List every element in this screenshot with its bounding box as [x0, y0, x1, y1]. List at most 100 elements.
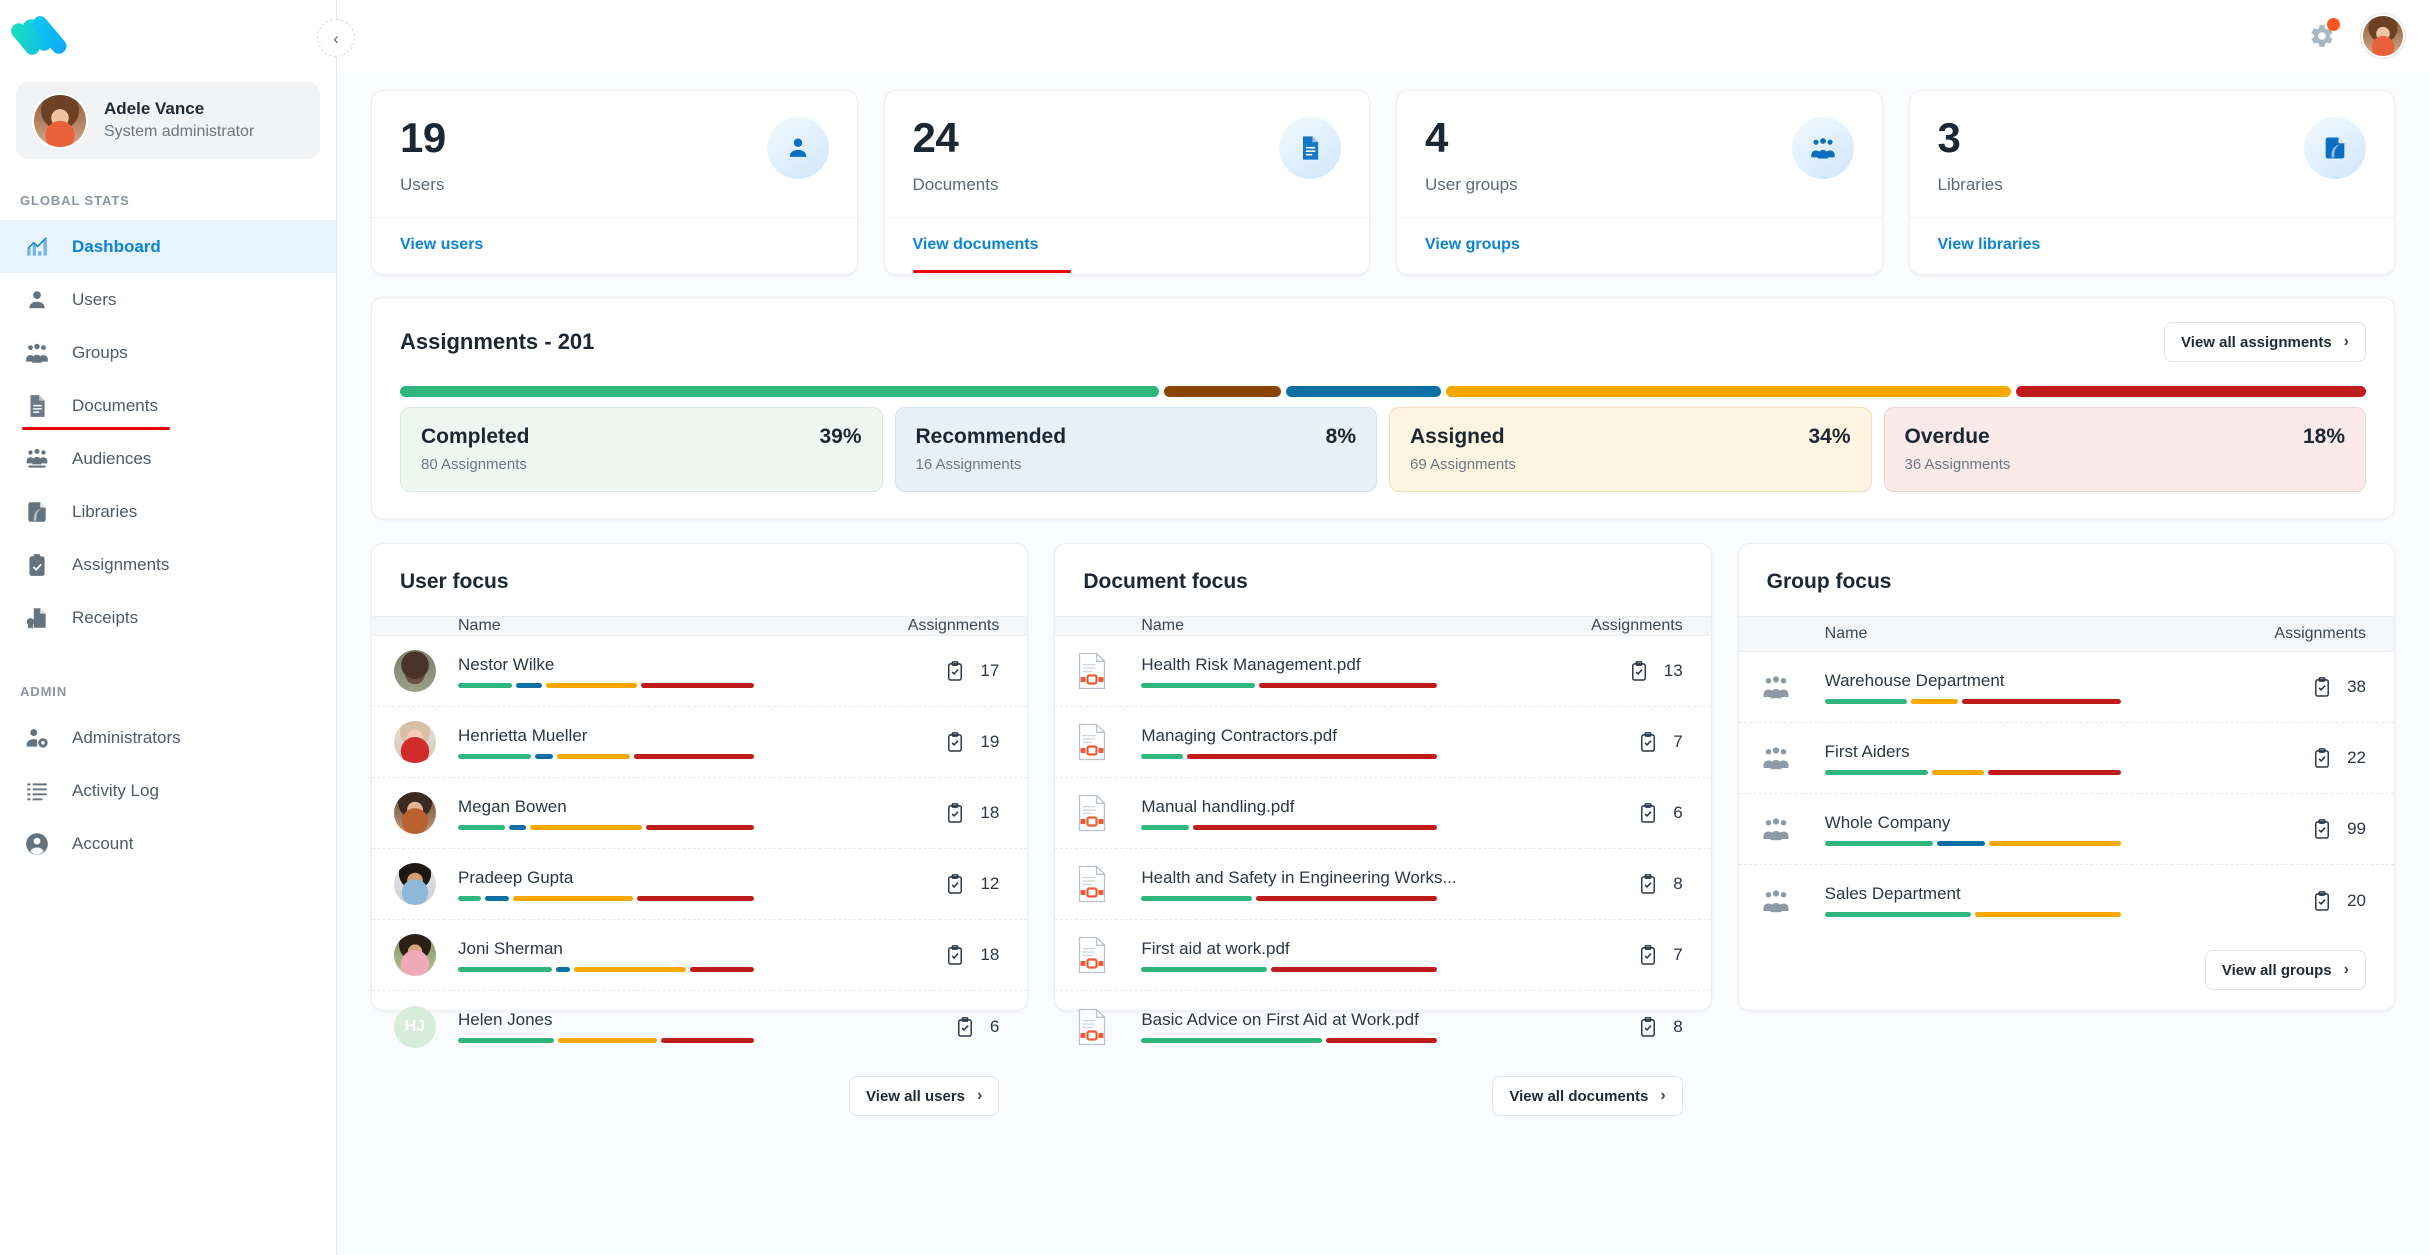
progress-segment — [555, 966, 571, 972]
table-row[interactable]: Whole Company 99 — [1738, 794, 2394, 865]
assignment-stat-assigned[interactable]: Assigned 34% 69 Assignments — [1389, 407, 1872, 492]
kpi-icon-badge — [1791, 117, 1854, 179]
row-assignment-count-cell: 6 — [1553, 802, 1683, 824]
table-row[interactable]: Nestor Wilke 17 — [372, 636, 1028, 707]
library-icon — [2321, 134, 2349, 162]
table-row[interactable]: Health and Safety in Engineering Works..… — [1055, 849, 1711, 920]
sidebar-item-label: Groups — [72, 342, 128, 362]
table-row[interactable]: First Aiders 22 — [1738, 723, 2394, 794]
row-name: Manual handling.pdf — [1141, 796, 1295, 816]
sidebar-item-documents[interactable]: Documents — [0, 379, 336, 432]
progress-segment — [1141, 824, 1190, 830]
sidebar-collapse-button[interactable]: ‹ — [317, 19, 355, 57]
view-all-assignments-button[interactable]: View all assignments › — [2164, 322, 2366, 362]
progress-segment — [1141, 966, 1267, 972]
table-row[interactable]: Warehouse Department 38 — [1738, 652, 2394, 723]
document-icon — [22, 393, 52, 419]
row-progress-bar — [1824, 840, 2121, 846]
row-name: Health and Safety in Engineering Works..… — [1141, 867, 1457, 887]
row-icon-cell — [1077, 723, 1141, 761]
progress-segment — [458, 824, 505, 830]
sidebar-item-account[interactable]: Account — [0, 817, 336, 870]
view-all-documents-button[interactable]: View all documents › — [1492, 1076, 1683, 1116]
pdf-file-icon — [1077, 794, 1107, 832]
sidebar-item-activity-log[interactable]: Activity Log — [0, 764, 336, 817]
sidebar-item-assignments[interactable]: Assignments — [0, 538, 336, 591]
row-assignment-count: 19 — [980, 732, 1000, 751]
row-progress-bar — [458, 682, 755, 688]
topbar-avatar[interactable] — [2363, 16, 2403, 56]
settings-button[interactable] — [2305, 18, 2340, 53]
sidebar-item-users[interactable]: Users — [0, 273, 336, 326]
sidebar-item-libraries[interactable]: Libraries — [0, 485, 336, 538]
table-row[interactable]: Manual handling.pdf 6 — [1055, 778, 1711, 849]
table-row[interactable]: First aid at work.pdf 7 — [1055, 920, 1711, 991]
table-row[interactable]: Sales Department 20 — [1739, 865, 2394, 936]
avatar — [394, 863, 436, 905]
focus-table-header: Name Assignments — [372, 616, 1028, 636]
focus-panel-title: Document focus — [1083, 570, 1248, 593]
kpi-card-users: 19 Users View users — [371, 90, 858, 275]
button-label: View all groups — [2221, 961, 2332, 979]
row-icon-cell — [1077, 936, 1141, 974]
view-all-users-button[interactable]: View all users › — [849, 1076, 1000, 1116]
app-logo[interactable] — [0, 0, 336, 72]
avatar — [394, 650, 436, 692]
progress-segment — [1962, 698, 2121, 704]
assignment-stat-recommended[interactable]: Recommended 8% 16 Assignments — [894, 407, 1377, 492]
table-row[interactable]: Pradeep Gupta 12 — [372, 849, 1028, 920]
row-assignment-count: 17 — [980, 661, 1000, 680]
sidebar-item-receipts[interactable]: Receipts — [0, 591, 336, 644]
sidebar-item-label: Users — [72, 289, 117, 309]
table-row[interactable]: Basic Advice on First Aid at Work.pdf 8 — [1055, 991, 1710, 1062]
sidebar-item-label: Administrators — [72, 727, 181, 747]
view-all-groups-button[interactable]: View all groups › — [2204, 950, 2366, 990]
row-progress-bar — [1141, 1038, 1438, 1043]
progress-segment — [1988, 769, 2121, 775]
assignment-stat-completed[interactable]: Completed 39% 80 Assignments — [400, 407, 883, 492]
group-focus-panel: Group focus Name Assignments Warehouse Depa… — [1737, 543, 2395, 1011]
sidebar-item-audiences[interactable]: Audiences — [0, 432, 336, 485]
progress-segment — [535, 753, 553, 759]
sidebar-item-administrators[interactable]: Administrators — [0, 711, 336, 764]
row-name: Helen Jones — [458, 1010, 553, 1029]
sidebar-item-dashboard[interactable]: Dashboard — [0, 220, 336, 273]
row-progress-bar — [458, 1038, 755, 1043]
row-name: Pradeep Gupta — [458, 867, 574, 887]
row-assignment-count-cell: 18 — [869, 802, 999, 824]
table-row[interactable]: Henrietta Mueller 19 — [372, 707, 1028, 778]
sidebar-profile-card[interactable]: Adele Vance System administrator — [16, 82, 320, 159]
document-focus-panel: Document focus Name Assignments Health Risk… — [1054, 543, 1712, 1116]
table-row[interactable]: Megan Bowen 18 — [372, 778, 1028, 849]
stat-name: Completed — [421, 425, 530, 448]
row-assignment-count: 6 — [1673, 803, 1683, 822]
list-icon — [22, 778, 52, 804]
sidebar-item-label: Receipts — [72, 607, 139, 627]
row-assignment-count: 12 — [980, 874, 1000, 893]
table-row[interactable]: HJ Helen Jones 6 — [372, 991, 1027, 1062]
table-row[interactable]: Health Risk Management.pdf 13 — [1055, 636, 1711, 707]
row-name: Health Risk Management.pdf — [1141, 654, 1361, 674]
group-icon — [22, 340, 52, 366]
pdf-file-icon — [1077, 865, 1107, 903]
sidebar-nav: GLOBAL STATS Dashboard Users Groups Document… — [0, 193, 336, 870]
progress-segment — [640, 682, 755, 688]
row-assignment-count: 20 — [2347, 890, 2366, 910]
kpi-icon-badge — [766, 117, 829, 179]
assignment-stat-overdue[interactable]: Overdue 18% 36 Assignments — [1883, 407, 2366, 492]
sidebar-section-label: ADMIN — [20, 684, 68, 699]
kpi-link[interactable]: View groups — [1425, 236, 1520, 254]
sidebar-item-groups[interactable]: Groups — [0, 326, 336, 379]
table-row[interactable]: Managing Contractors.pdf 7 — [1055, 707, 1711, 778]
group-icon — [1761, 886, 1791, 916]
row-progress-bar — [1824, 912, 2121, 917]
table-row[interactable]: Joni Sherman 18 — [372, 920, 1028, 991]
library-icon — [22, 499, 52, 525]
progress-segment — [1193, 824, 1438, 830]
kpi-card-user-groups: 4 User groups View groups — [1396, 90, 1883, 275]
assignments-progress-bar — [400, 386, 2367, 397]
kpi-link[interactable]: View users — [400, 236, 483, 254]
clipboard-outline-icon — [944, 660, 966, 682]
kpi-link[interactable]: View libraries — [1938, 236, 2041, 254]
kpi-link[interactable]: View documents — [913, 236, 1039, 254]
